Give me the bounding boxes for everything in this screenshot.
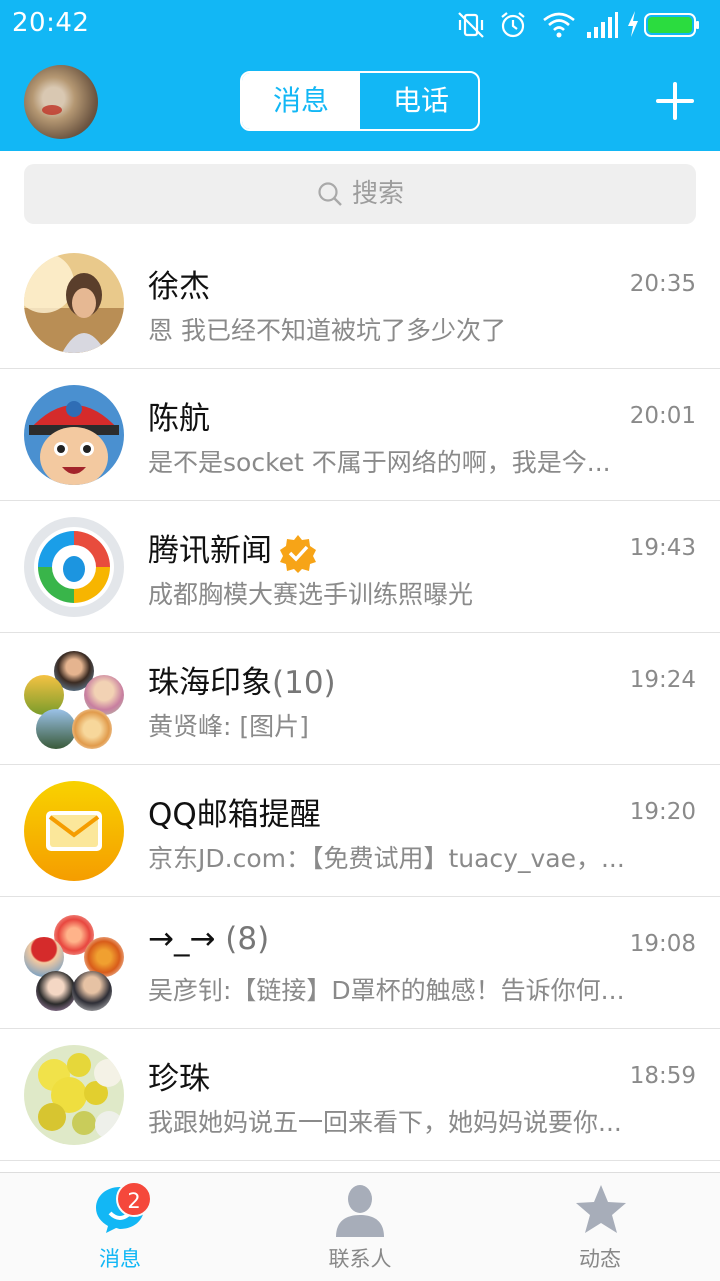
tab-label: 消息 — [99, 1247, 141, 1271]
conversation-time: 20:35 — [629, 271, 696, 297]
conversation-preview: 吴彦钊:【链接】D罩杯的触感！告诉你何... — [148, 976, 625, 1005]
contact-avatar — [24, 385, 124, 485]
wifi-icon — [543, 12, 575, 38]
conversation-name: QQ邮箱提醒 — [148, 797, 321, 833]
status-bar: 20:42 — [0, 0, 720, 50]
conversation-name: 腾讯新闻 — [148, 525, 318, 573]
conversation-time: 19:24 — [629, 667, 696, 693]
tab-calls[interactable]: 电话 — [362, 73, 478, 129]
tab-messages[interactable]: 消息 — [242, 73, 360, 129]
conversation-row[interactable]: 腾讯新闻 19:43 成都胸模大赛选手训练照曝光 — [0, 501, 720, 633]
plus-icon[interactable] — [656, 82, 694, 120]
conversation-row[interactable]: 珠海印象(10) 19:24 黄贤峰: [图片] — [0, 633, 720, 765]
conversation-preview: 是不是socket 不属于网络的啊，我是今... — [148, 448, 611, 477]
conversation-preview: 成都胸模大赛选手训练照曝光 — [148, 580, 474, 609]
vibrate-off-icon — [458, 12, 484, 38]
tab-label: 联系人 — [328, 1247, 392, 1271]
charging-icon — [628, 11, 638, 37]
conversation-row[interactable]: 徐杰 20:35 恩 我已经不知道被坑了多少次了 — [0, 237, 720, 369]
conversation-name: 珠海印象(10) — [148, 665, 336, 701]
search-icon — [318, 182, 342, 206]
battery-icon — [644, 13, 699, 37]
signal-icon — [587, 12, 618, 38]
unread-badge: 2 — [116, 1181, 152, 1217]
group-avatar — [24, 649, 124, 749]
top-header: 消息 电话 — [0, 50, 720, 151]
conversation-name: →_→ (8) — [148, 921, 270, 957]
alarm-icon — [501, 12, 525, 38]
message-call-switch: 消息 电话 — [240, 71, 480, 131]
person-icon — [336, 1185, 384, 1237]
contact-avatar — [24, 253, 124, 353]
tab-label: 动态 — [579, 1247, 621, 1271]
conversation-time: 19:20 — [629, 799, 696, 825]
verified-icon — [280, 534, 316, 573]
conversation-name: 徐杰 — [148, 269, 210, 305]
conversation-row[interactable]: →_→ (8) 19:08 吴彦钊:【链接】D罩杯的触感！告诉你何... — [0, 897, 720, 1029]
status-time: 20:42 — [12, 8, 90, 38]
conversation-time: 19:08 — [629, 931, 696, 957]
tab-feed[interactable]: 动态 — [480, 1173, 720, 1281]
search-placeholder: 搜索 — [352, 179, 405, 209]
tab-contacts[interactable]: 联系人 — [240, 1173, 480, 1281]
contact-avatar — [24, 1045, 124, 1145]
conversation-preview: 我跟她妈说五一回来看下，她妈妈说要你... — [148, 1108, 622, 1137]
member-count: (8) — [215, 921, 270, 957]
member-count: (10) — [272, 665, 336, 701]
conversation-preview: 京东JD.com：【免费试用】tuacy_vae，... — [148, 844, 625, 873]
conversation-name: 珍珠 — [148, 1061, 210, 1097]
divider — [0, 1160, 720, 1161]
search-input[interactable]: 搜索 — [24, 164, 696, 224]
star-icon — [576, 1185, 626, 1233]
search-area: 搜索 — [0, 151, 720, 237]
bottom-tab-bar: 2 消息 联系人 动态 — [0, 1172, 720, 1281]
conversation-preview: 恩 我已经不知道被坑了多少次了 — [148, 316, 506, 345]
my-profile-avatar[interactable] — [24, 65, 98, 139]
conversation-row[interactable]: 珍珠 18:59 我跟她妈说五一回来看下，她妈妈说要你... — [0, 1029, 720, 1161]
mail-icon — [24, 781, 124, 881]
conversation-preview: 黄贤峰: [图片] — [148, 712, 309, 741]
conversation-time: 20:01 — [629, 403, 696, 429]
conversation-row[interactable]: 陈航 20:01 是不是socket 不属于网络的啊，我是今... — [0, 369, 720, 501]
conversation-time: 19:43 — [629, 535, 696, 561]
conversation-name: 陈航 — [148, 401, 210, 437]
conversation-row[interactable]: QQ邮箱提醒 19:20 京东JD.com：【免费试用】tuacy_vae，..… — [0, 765, 720, 897]
conversation-time: 18:59 — [629, 1063, 696, 1089]
group-avatar — [24, 913, 124, 1013]
contact-avatar — [24, 517, 124, 617]
tab-messages-bottom[interactable]: 2 消息 — [0, 1173, 240, 1281]
